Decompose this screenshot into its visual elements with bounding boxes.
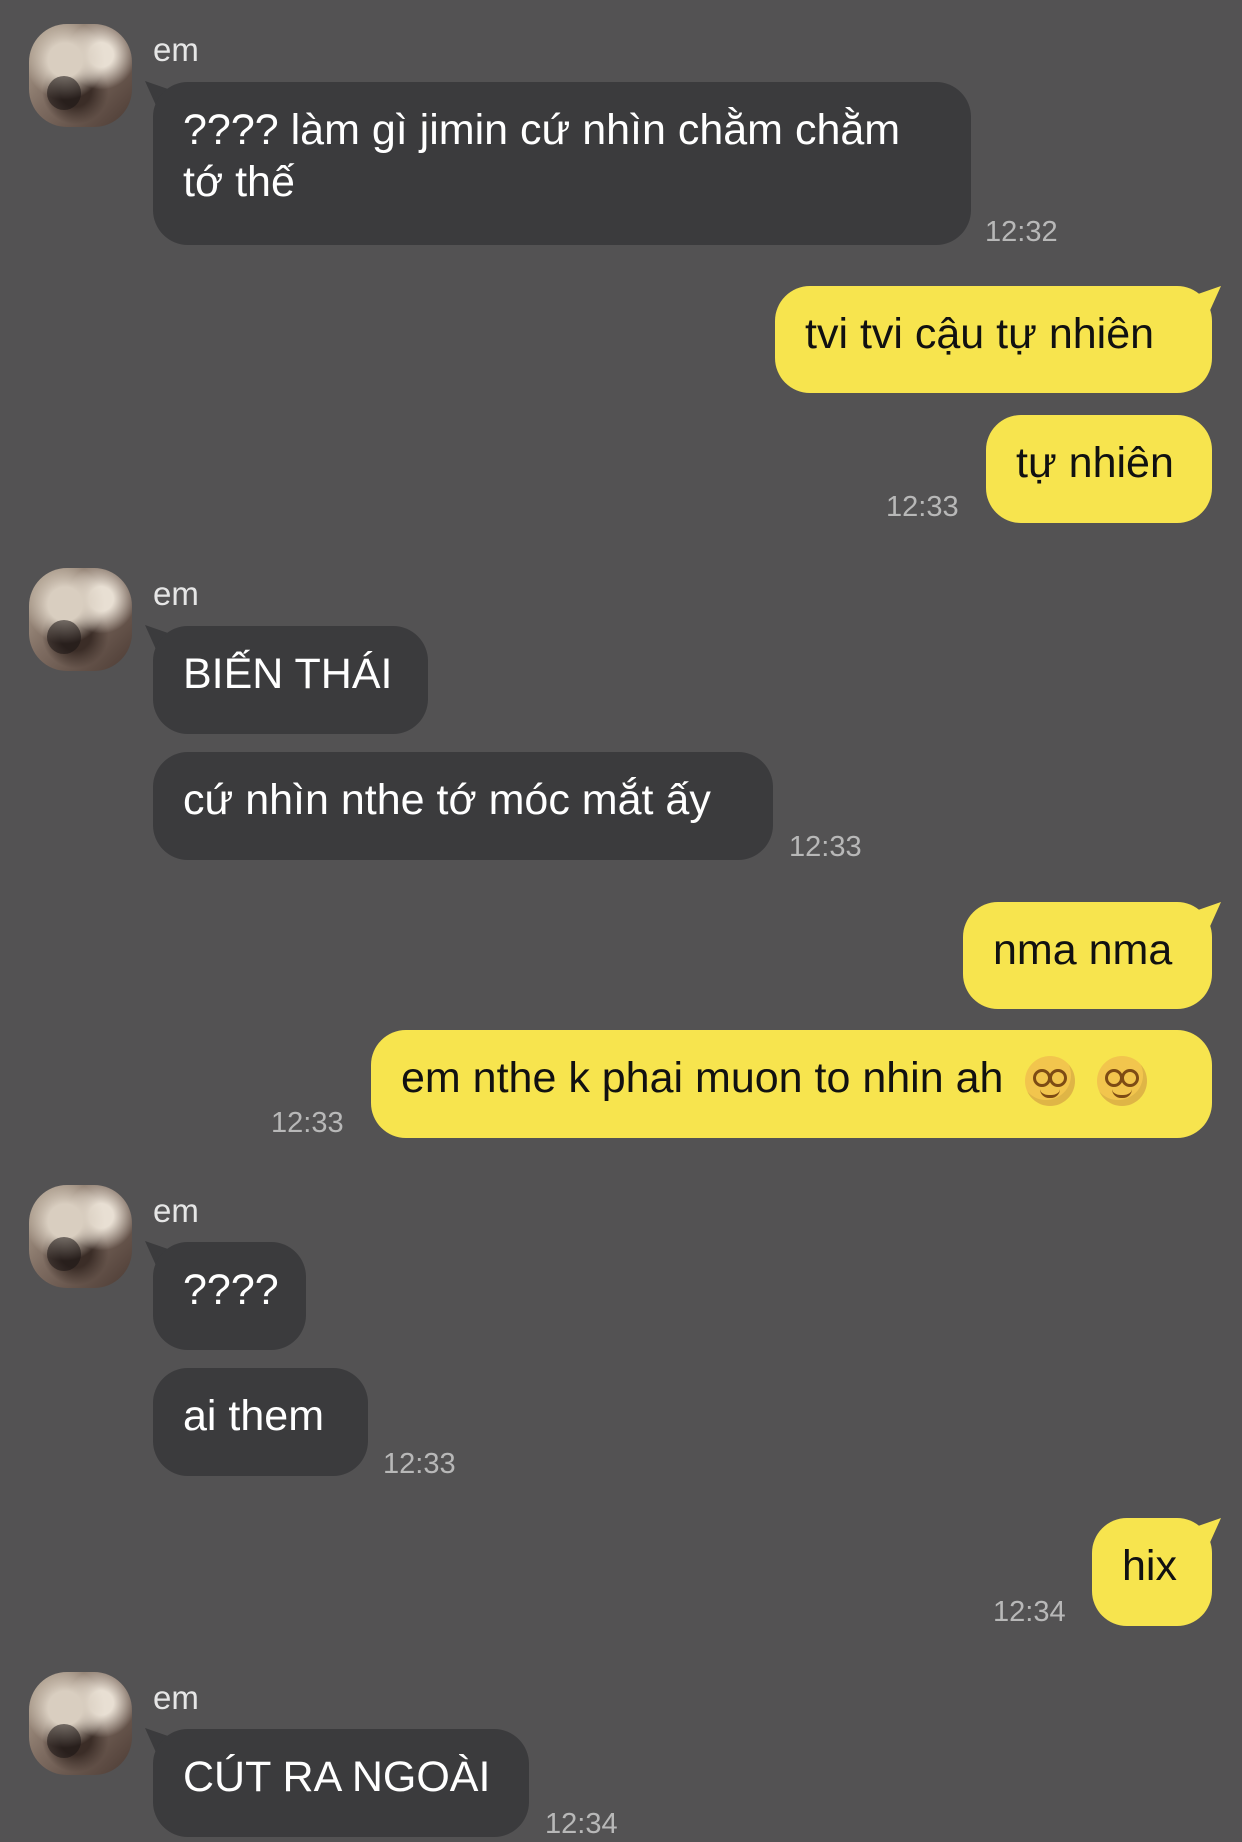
message-text: CÚT RA NGOÀI: [183, 1753, 491, 1801]
message-text: em nthe k phai muon to nhin ah: [401, 1054, 1004, 1102]
incoming-message-bubble[interactable]: BIẾN THÁI: [153, 626, 428, 734]
message-time: 12:34: [545, 1808, 618, 1840]
message-time: 12:34: [993, 1596, 1066, 1628]
contact-avatar[interactable]: [29, 1185, 132, 1288]
incoming-message-bubble[interactable]: ???? làm gì jimin cứ nhìn chằm chằm tớ t…: [153, 82, 971, 245]
message-text: nma nma: [993, 926, 1173, 974]
incoming-message-bubble[interactable]: ai them: [153, 1368, 368, 1476]
message-text: cứ nhìn nthe tớ móc mắt ấy: [183, 776, 711, 824]
outgoing-message-bubble[interactable]: tvi tvi cậu tự nhiên: [775, 286, 1212, 393]
message-text: ai them: [183, 1392, 325, 1440]
sender-name: em: [153, 575, 199, 612]
message-text: ???? làm gì jimin cứ nhìn chằm chằm tớ t…: [183, 106, 901, 206]
sender-name: em: [153, 1192, 199, 1229]
message-text: hix: [1122, 1542, 1177, 1590]
message-time: 12:33: [383, 1448, 456, 1480]
outgoing-message-bubble[interactable]: tự nhiên: [986, 415, 1212, 523]
dizzy-face-emoji-icon: [1097, 1055, 1148, 1106]
sender-name: em: [153, 31, 199, 68]
outgoing-message-bubble[interactable]: hix: [1092, 1518, 1212, 1626]
message-text: BIẾN THÁI: [183, 650, 393, 698]
contact-avatar[interactable]: [29, 24, 132, 127]
message-text: tvi tvi cậu tự nhiên: [805, 310, 1155, 358]
message-time: 12:32: [985, 216, 1058, 248]
message-text: tự nhiên: [1016, 439, 1174, 487]
contact-avatar[interactable]: [29, 1672, 132, 1775]
message-time: 12:33: [271, 1107, 344, 1139]
contact-avatar[interactable]: [29, 568, 132, 671]
incoming-message-bubble[interactable]: ????: [153, 1242, 306, 1350]
dizzy-face-emoji-icon: [1025, 1055, 1076, 1106]
message-time: 12:33: [789, 831, 862, 863]
incoming-message-bubble[interactable]: CÚT RA NGOÀI: [153, 1729, 529, 1837]
incoming-message-bubble[interactable]: cứ nhìn nthe tớ móc mắt ấy: [153, 752, 773, 860]
outgoing-message-bubble[interactable]: nma nma: [963, 902, 1212, 1009]
outgoing-message-bubble[interactable]: em nthe k phai muon to nhin ah: [371, 1030, 1212, 1138]
message-text: ????: [183, 1266, 279, 1314]
message-time: 12:33: [886, 491, 959, 523]
sender-name: em: [153, 1679, 199, 1716]
